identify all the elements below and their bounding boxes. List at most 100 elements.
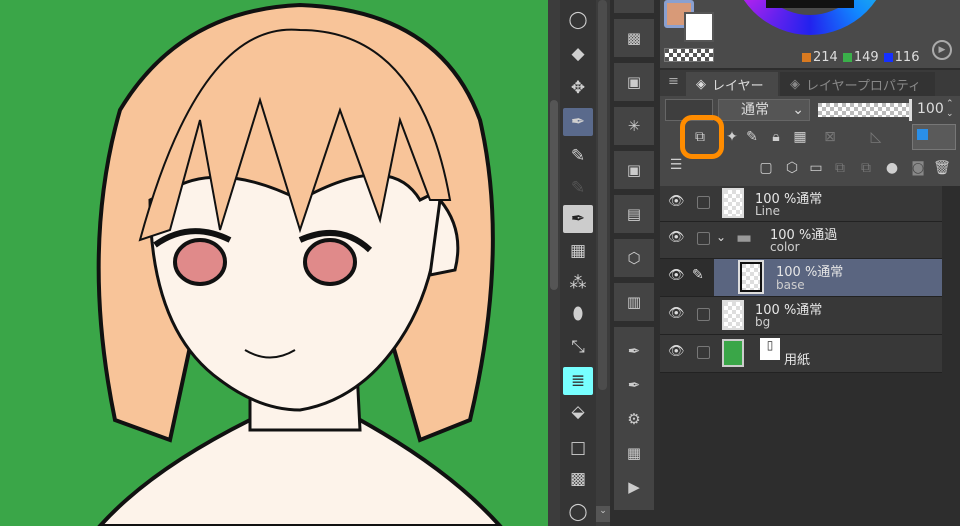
disabled-tool-icon: ✎ [570, 178, 586, 198]
tab-layer-property-label: レイヤープロパティ [806, 78, 922, 94]
sub-tool-settings-icon[interactable]: ⚙ [614, 400, 654, 438]
layer-list-icon[interactable]: ☰ [666, 155, 686, 175]
layer-folder-row[interactable]: 👁︎ ⌄ ▬ 100 %通過 color [660, 222, 942, 259]
tone-folder-icon[interactable]: ▩ [614, 19, 654, 57]
sub-color-swatch[interactable] [684, 12, 714, 42]
lasso-icon[interactable]: ◯ [563, 6, 593, 34]
sub-tool-detail-icon[interactable]: ✒ [614, 332, 654, 370]
mask-icon: ⊠ [824, 129, 836, 145]
layer-row[interactable]: 👁︎ 100 %通常 bg [660, 297, 942, 335]
mask-add-icon[interactable]: ● [882, 158, 902, 178]
green-value: 149 [853, 50, 879, 65]
new-raster-layer-icon[interactable]: ▢ [756, 158, 776, 178]
eye-icon[interactable]: 👁︎ [668, 194, 685, 209]
menu-icon[interactable]: ≡ [668, 74, 679, 89]
layer-checkbox[interactable] [697, 196, 710, 209]
eraser-icon[interactable]: ⬙ [563, 398, 593, 426]
layer-list: 👁︎ 100 %通常 Line 👁︎ ⌄ ▬ 100 %通過 color 👁︎ … [660, 186, 942, 374]
character-illustration [96, 2, 503, 526]
color-square[interactable] [766, 0, 854, 8]
layer-name: base [776, 278, 805, 292]
layer-tab-bar: ≡ ◈ レイヤー ◈ レイヤープロパティ [660, 70, 960, 96]
layer-checkbox[interactable] [697, 308, 710, 321]
sub-tool-list-icon[interactable]: ✒ [614, 366, 654, 404]
transparent-color-swatch[interactable] [664, 48, 714, 62]
layer-color-swatch [917, 129, 928, 140]
balloon-icon[interactable]: ◯ [563, 498, 593, 526]
layer-row[interactable]: 👁︎ 100 %通常 Line [660, 186, 942, 222]
reference-layer-icon[interactable]: ✦ [722, 127, 742, 147]
tab-layer-property[interactable]: ◈ レイヤープロパティ [780, 72, 935, 96]
chevron-down-icon[interactable]: ⌄ [596, 506, 610, 522]
eyedropper-icon[interactable]: ⤡ [563, 333, 593, 361]
lock-transparency-icon[interactable]: ▦ [790, 127, 810, 147]
layer-checkbox[interactable] [697, 232, 710, 245]
opacity-slider[interactable] [818, 103, 910, 117]
pen-tool-icon[interactable]: ✒ [563, 108, 593, 136]
layer-thumbnail [722, 300, 744, 330]
paper-layer-row[interactable]: 👁︎ ▯ 用紙 [660, 335, 942, 373]
perspective-grid-icon[interactable]: ▦ [563, 237, 593, 265]
layout-folder-icon[interactable]: ▤ [614, 195, 654, 233]
layer-checkbox[interactable] [697, 346, 710, 359]
color-set-icon[interactable]: ▦ [614, 434, 654, 472]
tool-scrollbar[interactable] [550, 100, 558, 290]
eye-icon[interactable]: 👁︎ [668, 306, 685, 321]
blend-mode-dropdown[interactable]: 通常 ⌄ [718, 99, 810, 121]
image-folder-icon[interactable]: ▣ [614, 63, 654, 101]
green-swatch-icon [842, 53, 852, 62]
highlight-ring [680, 115, 724, 159]
ruler-icon: ◺ [870, 129, 882, 145]
new-folder-icon[interactable]: ▭ [806, 158, 826, 178]
effect-folder-icon[interactable]: ✳ [614, 107, 654, 145]
fill-bucket-icon[interactable]: ◆ [563, 40, 593, 68]
blue-swatch-icon [883, 53, 893, 62]
gradient-icon[interactable]: ▩ [563, 465, 593, 493]
image-folder-icon[interactable]: ▣ [614, 151, 654, 189]
layer-name: Line [755, 204, 781, 218]
layer-color-button[interactable] [912, 124, 956, 150]
text-lines-icon[interactable]: ≣ [563, 367, 593, 395]
airbrush-icon[interactable]: ⁂ [563, 269, 593, 297]
bottle-icon[interactable]: ⬮ [563, 300, 593, 328]
move-icon[interactable]: ✥ [563, 74, 593, 102]
red-value: 214 [813, 50, 838, 65]
paper-color-thumbnail [722, 339, 744, 367]
opacity-value[interactable]: 100 [917, 101, 944, 117]
pencil-icon: ✎ [692, 267, 704, 283]
chevron-down-icon[interactable]: ⌄ [716, 230, 726, 244]
merge-down-icon: ⧉ [861, 160, 871, 176]
lock-icon[interactable]: 🔒︎ [766, 127, 786, 147]
eye-icon[interactable]: 👁︎ [668, 344, 685, 359]
delete-layer-icon[interactable]: 🗑︎ [932, 158, 952, 178]
decoration-pen-icon[interactable]: ✒ [563, 205, 593, 233]
apply-mask-icon: ◙ [911, 160, 925, 176]
brush-pen-icon[interactable]: ✎ [563, 142, 593, 170]
eye-icon[interactable]: 👁︎ [668, 230, 685, 245]
new-vector-layer-icon[interactable]: ⬡ [782, 158, 802, 178]
palette-scrollbar[interactable] [598, 0, 607, 390]
layer-name: 用紙 [784, 353, 811, 368]
layer-name: color [770, 240, 800, 254]
material-palette: ▭ ▩ ▣ ✳ ▣ ▤ ⬡ ▥ ✒ ✒ ⚙ ▦ ▶ [610, 0, 660, 526]
opacity-stepper[interactable]: ⌃ ⌄ [946, 99, 954, 119]
layer-property-icon: ◈ [790, 76, 800, 92]
folder-icon: ▬ [736, 228, 753, 248]
rectangle-icon[interactable]: □ [563, 434, 593, 462]
animation-icon[interactable]: ▶ [614, 468, 654, 506]
layer-row-selected[interactable]: 👁︎ ✎ 100 %通常 base [660, 259, 942, 297]
building-folder-icon[interactable]: ▥ [614, 283, 654, 321]
draft-layer-icon[interactable]: ✎ [742, 127, 762, 147]
tab-layer[interactable]: ◈ レイヤー [686, 72, 778, 96]
3d-folder-icon[interactable]: ⬡ [614, 239, 654, 277]
folder-icon[interactable]: ▭ [614, 0, 654, 13]
opacity-slider-handle[interactable] [909, 99, 912, 121]
drawing-canvas[interactable] [0, 0, 548, 526]
blue-value: 116 [894, 50, 920, 65]
paper-icon: ▯ [760, 338, 780, 360]
blend-mode-value: 通常 [741, 102, 769, 118]
play-icon[interactable]: ▶ [932, 40, 952, 60]
eye-icon[interactable]: 👁︎ [668, 268, 685, 283]
layer-name: bg [755, 315, 771, 329]
right-panel: 214 149 116 ▶ ≡ ◈ レイヤー ◈ レイヤープロパティ 通常 ⌄ 100… [660, 0, 960, 526]
